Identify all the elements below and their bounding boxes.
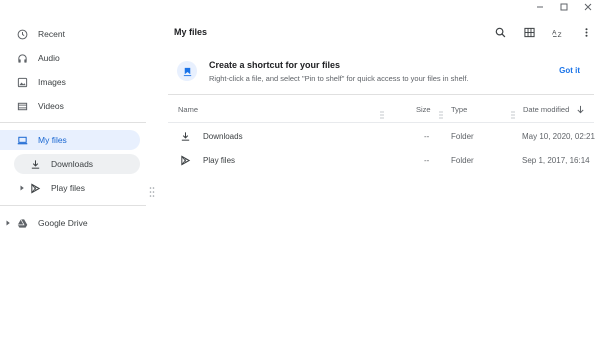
table-header-divider [168, 122, 594, 123]
maximize-button[interactable] [552, 0, 576, 14]
sidebar-item-label: My files [38, 135, 67, 145]
sort-az-icon: AZ [552, 29, 562, 38]
sidebar-item-play-files[interactable]: Play files [30, 178, 140, 198]
sidebar-item-recent[interactable]: Recent [17, 24, 137, 44]
download-icon [30, 159, 41, 170]
sidebar-item-images[interactable]: Images [17, 72, 137, 92]
sidebar-item-label: Images [38, 77, 66, 87]
sidebar-item-google-drive[interactable]: Google Drive [17, 213, 137, 233]
row-size: -- [424, 156, 430, 165]
sidebar-item-label: Play files [51, 183, 86, 193]
play-store-icon [180, 155, 191, 166]
sidebar-item-label: Recent [38, 29, 65, 39]
column-header-type[interactable]: Type [451, 105, 467, 114]
download-icon [180, 131, 191, 142]
banner-title: Create a shortcut for your files [209, 60, 341, 70]
shortcut-banner: Create a shortcut for your files Right-c… [168, 51, 594, 93]
sidebar-item-downloads[interactable]: Downloads [14, 154, 140, 174]
sidebar-item-label: Audio [38, 53, 60, 63]
column-header-name[interactable]: Name [178, 105, 198, 114]
row-date: May 10, 2020, 02:21 [522, 132, 595, 141]
search-icon [495, 27, 505, 37]
chevron-right-icon[interactable] [18, 184, 26, 192]
got-it-button[interactable]: Got it [559, 66, 580, 75]
window-controls [528, 0, 600, 14]
maximize-icon [560, 3, 568, 11]
row-type: Folder [451, 156, 474, 165]
sidebar-divider [0, 205, 146, 206]
grid-view-icon [523, 27, 535, 37]
sidebar-item-audio[interactable]: Audio [17, 48, 137, 68]
more-options-button[interactable] [578, 24, 594, 40]
search-button[interactable] [492, 24, 508, 40]
row-size: -- [424, 132, 430, 141]
close-icon [584, 3, 592, 11]
row-name: Downloads [203, 132, 243, 141]
video-icon [17, 101, 28, 112]
sidebar-item-label: Google Drive [38, 218, 88, 228]
column-resize-handle[interactable] [439, 106, 443, 119]
row-type: Folder [451, 132, 474, 141]
row-name: Play files [203, 156, 236, 165]
svg-text:A: A [552, 29, 557, 36]
minimize-button[interactable] [528, 0, 552, 14]
laptop-icon [17, 135, 28, 146]
sidebar-item-videos[interactable]: Videos [17, 96, 137, 116]
table-row[interactable]: Play files -- Folder Sep 1, 2017, 16:14 [168, 149, 594, 173]
column-header-size[interactable]: Size [416, 105, 431, 114]
minimize-icon [537, 6, 543, 8]
chevron-right-icon[interactable] [4, 219, 12, 227]
sort-button[interactable]: AZ [550, 24, 566, 40]
headphones-icon [17, 53, 28, 64]
svg-text:Z: Z [557, 32, 561, 38]
clock-icon [17, 29, 28, 40]
banner-text: Right-click a file, and select "Pin to s… [209, 74, 469, 83]
sidebar-item-my-files[interactable]: My files [0, 130, 140, 150]
grid-view-button[interactable] [521, 24, 537, 40]
pin-shelf-icon [177, 61, 197, 81]
table-row[interactable]: Downloads -- Folder May 10, 2020, 02:21 [168, 125, 595, 149]
banner-divider [168, 94, 594, 95]
sidebar-resize-handle[interactable] [149, 185, 155, 197]
sidebar-item-label: Videos [38, 101, 64, 111]
sidebar-divider [0, 122, 146, 123]
column-header-date-modified[interactable]: Date modified [523, 105, 569, 114]
row-date: Sep 1, 2017, 16:14 [522, 156, 590, 165]
close-button[interactable] [576, 0, 600, 14]
google-drive-icon [17, 218, 28, 229]
more-vert-icon [584, 27, 588, 37]
column-resize-handle[interactable] [380, 106, 384, 119]
play-store-icon [30, 183, 41, 194]
column-resize-handle[interactable] [511, 106, 515, 119]
sidebar: Recent Audio Images Videos My files Down… [0, 14, 146, 362]
image-icon [17, 77, 28, 88]
sidebar-item-label: Downloads [51, 159, 94, 169]
page-title: My files [174, 27, 208, 37]
arrow-down-icon[interactable] [576, 105, 585, 114]
